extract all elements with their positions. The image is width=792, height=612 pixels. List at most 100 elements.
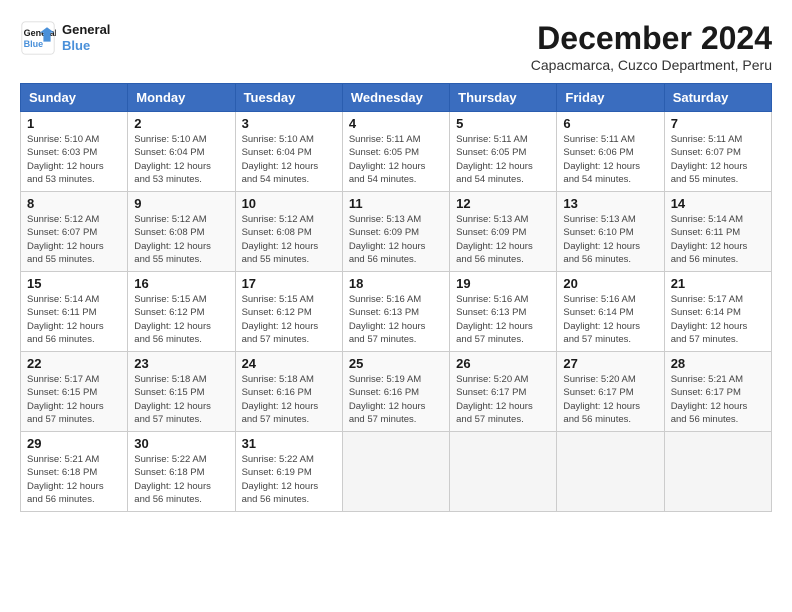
day-info: Sunrise: 5:12 AM Sunset: 6:08 PM Dayligh… — [242, 213, 336, 266]
day-number: 31 — [242, 436, 336, 451]
day-number: 18 — [349, 276, 443, 291]
day-info: Sunrise: 5:15 AM Sunset: 6:12 PM Dayligh… — [242, 293, 336, 346]
day-info: Sunrise: 5:17 AM Sunset: 6:15 PM Dayligh… — [27, 373, 121, 426]
day-info: Sunrise: 5:21 AM Sunset: 6:17 PM Dayligh… — [671, 373, 765, 426]
day-number: 1 — [27, 116, 121, 131]
calendar-cell: 11 Sunrise: 5:13 AM Sunset: 6:09 PM Dayl… — [342, 192, 449, 272]
day-number: 9 — [134, 196, 228, 211]
day-info: Sunrise: 5:13 AM Sunset: 6:10 PM Dayligh… — [563, 213, 657, 266]
calendar-cell: 21 Sunrise: 5:17 AM Sunset: 6:14 PM Dayl… — [664, 272, 771, 352]
calendar-cell: 30 Sunrise: 5:22 AM Sunset: 6:18 PM Dayl… — [128, 432, 235, 512]
day-number: 15 — [27, 276, 121, 291]
day-info: Sunrise: 5:18 AM Sunset: 6:15 PM Dayligh… — [134, 373, 228, 426]
day-info: Sunrise: 5:12 AM Sunset: 6:08 PM Dayligh… — [134, 213, 228, 266]
day-number: 27 — [563, 356, 657, 371]
col-wednesday: Wednesday — [342, 84, 449, 112]
day-info: Sunrise: 5:16 AM Sunset: 6:13 PM Dayligh… — [349, 293, 443, 346]
day-number: 20 — [563, 276, 657, 291]
day-info: Sunrise: 5:21 AM Sunset: 6:18 PM Dayligh… — [27, 453, 121, 506]
day-info: Sunrise: 5:22 AM Sunset: 6:18 PM Dayligh… — [134, 453, 228, 506]
calendar-cell: 27 Sunrise: 5:20 AM Sunset: 6:17 PM Dayl… — [557, 352, 664, 432]
calendar: Sunday Monday Tuesday Wednesday Thursday… — [20, 83, 772, 512]
calendar-cell: 29 Sunrise: 5:21 AM Sunset: 6:18 PM Dayl… — [21, 432, 128, 512]
calendar-cell: 6 Sunrise: 5:11 AM Sunset: 6:06 PM Dayli… — [557, 112, 664, 192]
calendar-cell: 9 Sunrise: 5:12 AM Sunset: 6:08 PM Dayli… — [128, 192, 235, 272]
calendar-cell — [557, 432, 664, 512]
day-info: Sunrise: 5:20 AM Sunset: 6:17 PM Dayligh… — [456, 373, 550, 426]
day-number: 5 — [456, 116, 550, 131]
day-number: 29 — [27, 436, 121, 451]
day-number: 2 — [134, 116, 228, 131]
logo: General Blue General Blue — [20, 20, 110, 56]
subtitle: Capacmarca, Cuzco Department, Peru — [531, 57, 772, 73]
title-section: December 2024 Capacmarca, Cuzco Departme… — [531, 20, 772, 73]
day-number: 25 — [349, 356, 443, 371]
calendar-cell: 15 Sunrise: 5:14 AM Sunset: 6:11 PM Dayl… — [21, 272, 128, 352]
calendar-cell: 23 Sunrise: 5:18 AM Sunset: 6:15 PM Dayl… — [128, 352, 235, 432]
day-number: 12 — [456, 196, 550, 211]
day-info: Sunrise: 5:11 AM Sunset: 6:05 PM Dayligh… — [456, 133, 550, 186]
day-number: 6 — [563, 116, 657, 131]
calendar-header-row: Sunday Monday Tuesday Wednesday Thursday… — [21, 84, 772, 112]
calendar-cell: 26 Sunrise: 5:20 AM Sunset: 6:17 PM Dayl… — [450, 352, 557, 432]
day-info: Sunrise: 5:10 AM Sunset: 6:04 PM Dayligh… — [134, 133, 228, 186]
logo-general: General — [62, 22, 110, 38]
day-info: Sunrise: 5:14 AM Sunset: 6:11 PM Dayligh… — [27, 293, 121, 346]
calendar-cell: 14 Sunrise: 5:14 AM Sunset: 6:11 PM Dayl… — [664, 192, 771, 272]
day-number: 13 — [563, 196, 657, 211]
logo-icon: General Blue — [20, 20, 56, 56]
calendar-cell: 28 Sunrise: 5:21 AM Sunset: 6:17 PM Dayl… — [664, 352, 771, 432]
calendar-cell: 10 Sunrise: 5:12 AM Sunset: 6:08 PM Dayl… — [235, 192, 342, 272]
day-info: Sunrise: 5:11 AM Sunset: 6:07 PM Dayligh… — [671, 133, 765, 186]
day-info: Sunrise: 5:20 AM Sunset: 6:17 PM Dayligh… — [563, 373, 657, 426]
day-number: 4 — [349, 116, 443, 131]
calendar-cell: 31 Sunrise: 5:22 AM Sunset: 6:19 PM Dayl… — [235, 432, 342, 512]
calendar-cell: 2 Sunrise: 5:10 AM Sunset: 6:04 PM Dayli… — [128, 112, 235, 192]
calendar-cell: 4 Sunrise: 5:11 AM Sunset: 6:05 PM Dayli… — [342, 112, 449, 192]
day-number: 24 — [242, 356, 336, 371]
calendar-cell: 17 Sunrise: 5:15 AM Sunset: 6:12 PM Dayl… — [235, 272, 342, 352]
day-info: Sunrise: 5:18 AM Sunset: 6:16 PM Dayligh… — [242, 373, 336, 426]
col-sunday: Sunday — [21, 84, 128, 112]
calendar-week-row: 8 Sunrise: 5:12 AM Sunset: 6:07 PM Dayli… — [21, 192, 772, 272]
day-info: Sunrise: 5:11 AM Sunset: 6:06 PM Dayligh… — [563, 133, 657, 186]
calendar-week-row: 22 Sunrise: 5:17 AM Sunset: 6:15 PM Dayl… — [21, 352, 772, 432]
calendar-cell — [342, 432, 449, 512]
calendar-week-row: 15 Sunrise: 5:14 AM Sunset: 6:11 PM Dayl… — [21, 272, 772, 352]
day-number: 28 — [671, 356, 765, 371]
calendar-week-row: 29 Sunrise: 5:21 AM Sunset: 6:18 PM Dayl… — [21, 432, 772, 512]
day-number: 26 — [456, 356, 550, 371]
svg-text:Blue: Blue — [24, 39, 44, 49]
day-info: Sunrise: 5:17 AM Sunset: 6:14 PM Dayligh… — [671, 293, 765, 346]
day-info: Sunrise: 5:12 AM Sunset: 6:07 PM Dayligh… — [27, 213, 121, 266]
day-number: 21 — [671, 276, 765, 291]
main-title: December 2024 — [531, 20, 772, 57]
calendar-cell — [450, 432, 557, 512]
day-number: 3 — [242, 116, 336, 131]
calendar-cell: 22 Sunrise: 5:17 AM Sunset: 6:15 PM Dayl… — [21, 352, 128, 432]
day-number: 17 — [242, 276, 336, 291]
calendar-cell: 7 Sunrise: 5:11 AM Sunset: 6:07 PM Dayli… — [664, 112, 771, 192]
calendar-week-row: 1 Sunrise: 5:10 AM Sunset: 6:03 PM Dayli… — [21, 112, 772, 192]
calendar-cell: 20 Sunrise: 5:16 AM Sunset: 6:14 PM Dayl… — [557, 272, 664, 352]
col-saturday: Saturday — [664, 84, 771, 112]
calendar-cell: 8 Sunrise: 5:12 AM Sunset: 6:07 PM Dayli… — [21, 192, 128, 272]
svg-text:General: General — [24, 28, 56, 38]
day-info: Sunrise: 5:16 AM Sunset: 6:13 PM Dayligh… — [456, 293, 550, 346]
day-number: 30 — [134, 436, 228, 451]
day-info: Sunrise: 5:13 AM Sunset: 6:09 PM Dayligh… — [349, 213, 443, 266]
day-info: Sunrise: 5:10 AM Sunset: 6:03 PM Dayligh… — [27, 133, 121, 186]
calendar-cell — [664, 432, 771, 512]
day-number: 19 — [456, 276, 550, 291]
day-info: Sunrise: 5:19 AM Sunset: 6:16 PM Dayligh… — [349, 373, 443, 426]
day-number: 7 — [671, 116, 765, 131]
logo-text: General Blue — [62, 22, 110, 53]
day-number: 22 — [27, 356, 121, 371]
day-number: 10 — [242, 196, 336, 211]
day-number: 14 — [671, 196, 765, 211]
calendar-cell: 5 Sunrise: 5:11 AM Sunset: 6:05 PM Dayli… — [450, 112, 557, 192]
col-friday: Friday — [557, 84, 664, 112]
calendar-cell: 1 Sunrise: 5:10 AM Sunset: 6:03 PM Dayli… — [21, 112, 128, 192]
day-number: 8 — [27, 196, 121, 211]
day-number: 11 — [349, 196, 443, 211]
